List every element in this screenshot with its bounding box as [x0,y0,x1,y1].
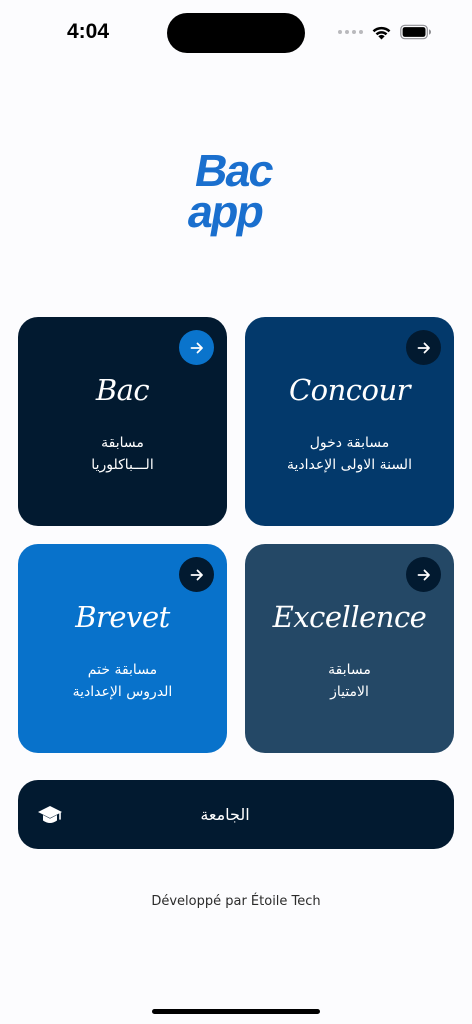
dynamic-island [167,13,305,53]
card-excellence-subtitle-line-1: مسابقة [328,662,371,678]
card-excellence-subtitle: مسابقة الامتياز [245,659,454,703]
card-concour-title: Concour [288,373,411,407]
card-brevet-subtitle-line-2: الدروس الإعدادية [72,684,173,700]
card-bac-subtitle: مسابقة الـــباكلوريا [18,432,227,476]
card-brevet[interactable]: Brevet مسابقة ختم الدروس الإعدادية [18,544,227,753]
card-excellence[interactable]: Excellence مسابقة الامتياز [245,544,454,753]
footer-credit: Développé par Étoile Tech [151,894,321,909]
arrow-right-icon [190,342,203,353]
arrow-right-icon [417,569,430,580]
card-excellence-arrow-button[interactable] [406,557,441,592]
card-concour-arrow-button[interactable] [406,330,441,365]
arrow-right-icon [417,342,430,353]
card-bac-subtitle-line-2: الـــباكلوريا [91,457,154,473]
university-button-label: الجامعة [200,805,250,824]
logo-line-2: app [184,186,267,237]
card-bac-subtitle-line-1: مسابقة [101,435,144,451]
card-bac-title: Bac [95,373,150,407]
card-brevet-subtitle: مسابقة ختم الدروس الإعدادية [18,659,227,703]
wifi-icon [372,26,391,40]
card-concour[interactable]: Concour مسابقة دخول السنة الاولى الإعداد… [245,317,454,526]
status-time: 4:04 [67,20,110,43]
home-indicator[interactable] [152,1009,320,1014]
university-button[interactable]: الجامعة [18,780,454,849]
card-concour-subtitle: مسابقة دخول السنة الاولى الإعدادية [245,432,454,476]
card-brevet-title: Brevet [75,600,170,634]
card-brevet-subtitle-line-1: مسابقة ختم [87,662,158,678]
card-bac-arrow-button[interactable] [179,330,214,365]
battery-icon [400,24,431,40]
card-concour-subtitle-line-2: السنة الاولى الإعدادية [287,457,412,473]
card-excellence-title: Excellence [272,600,427,634]
status-bar: 4:04 [0,0,472,62]
card-excellence-subtitle-line-2: الامتياز [330,684,369,700]
arrow-right-icon [190,569,203,580]
card-brevet-arrow-button[interactable] [179,557,214,592]
cellular-signal-icon [338,30,363,34]
status-icons [338,22,432,42]
bacapp-logo: Bac app [184,146,277,237]
card-bac[interactable]: Bac مسابقة الـــباكلوريا [18,317,227,526]
card-concour-subtitle-line-1: مسابقة دخول [309,435,390,451]
